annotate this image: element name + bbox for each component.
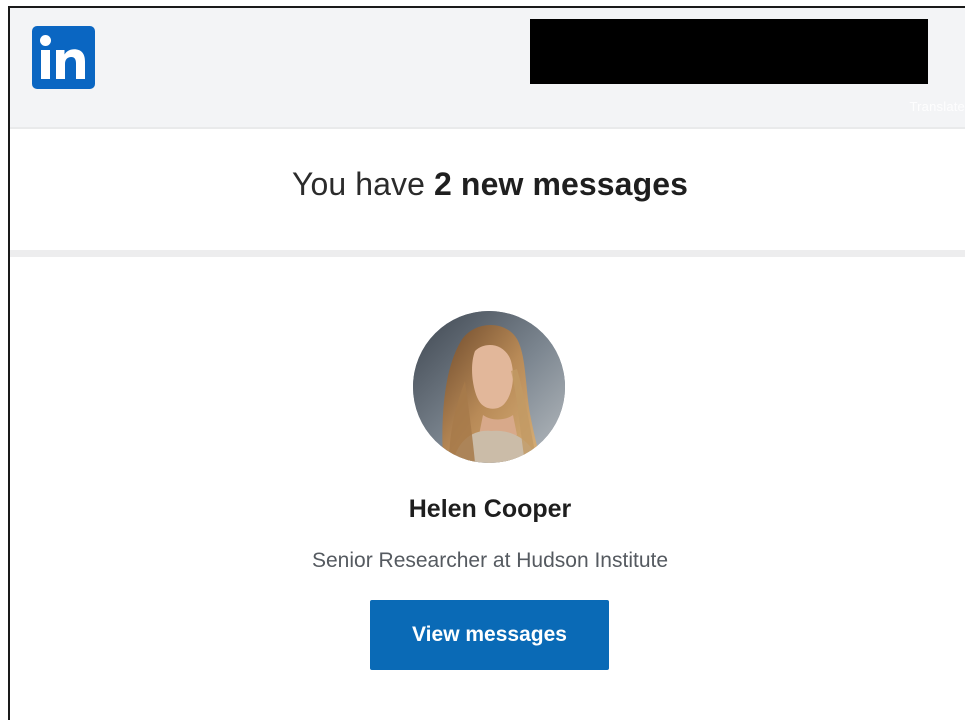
headline-prefix: You have xyxy=(291,166,435,202)
sender-title: Senior Researcher at Hudson Institute xyxy=(311,549,669,572)
headline-emphasis: 2 new messages xyxy=(434,166,689,202)
translate-link[interactable]: Translate xyxy=(909,99,965,114)
view-messages-button[interactable]: View messages xyxy=(370,600,609,670)
header-divider xyxy=(10,127,965,129)
sender-name: Helen Cooper xyxy=(408,495,572,523)
linkedin-logo-icon[interactable] xyxy=(32,26,95,89)
email-frame: Translate You have 2 new messages Helen … xyxy=(8,6,965,720)
section-divider xyxy=(10,250,965,257)
avatar[interactable] xyxy=(413,311,565,463)
page-title: You have 2 new messages xyxy=(10,166,965,203)
email-header: Translate xyxy=(10,8,965,127)
redacted-block xyxy=(530,19,928,84)
